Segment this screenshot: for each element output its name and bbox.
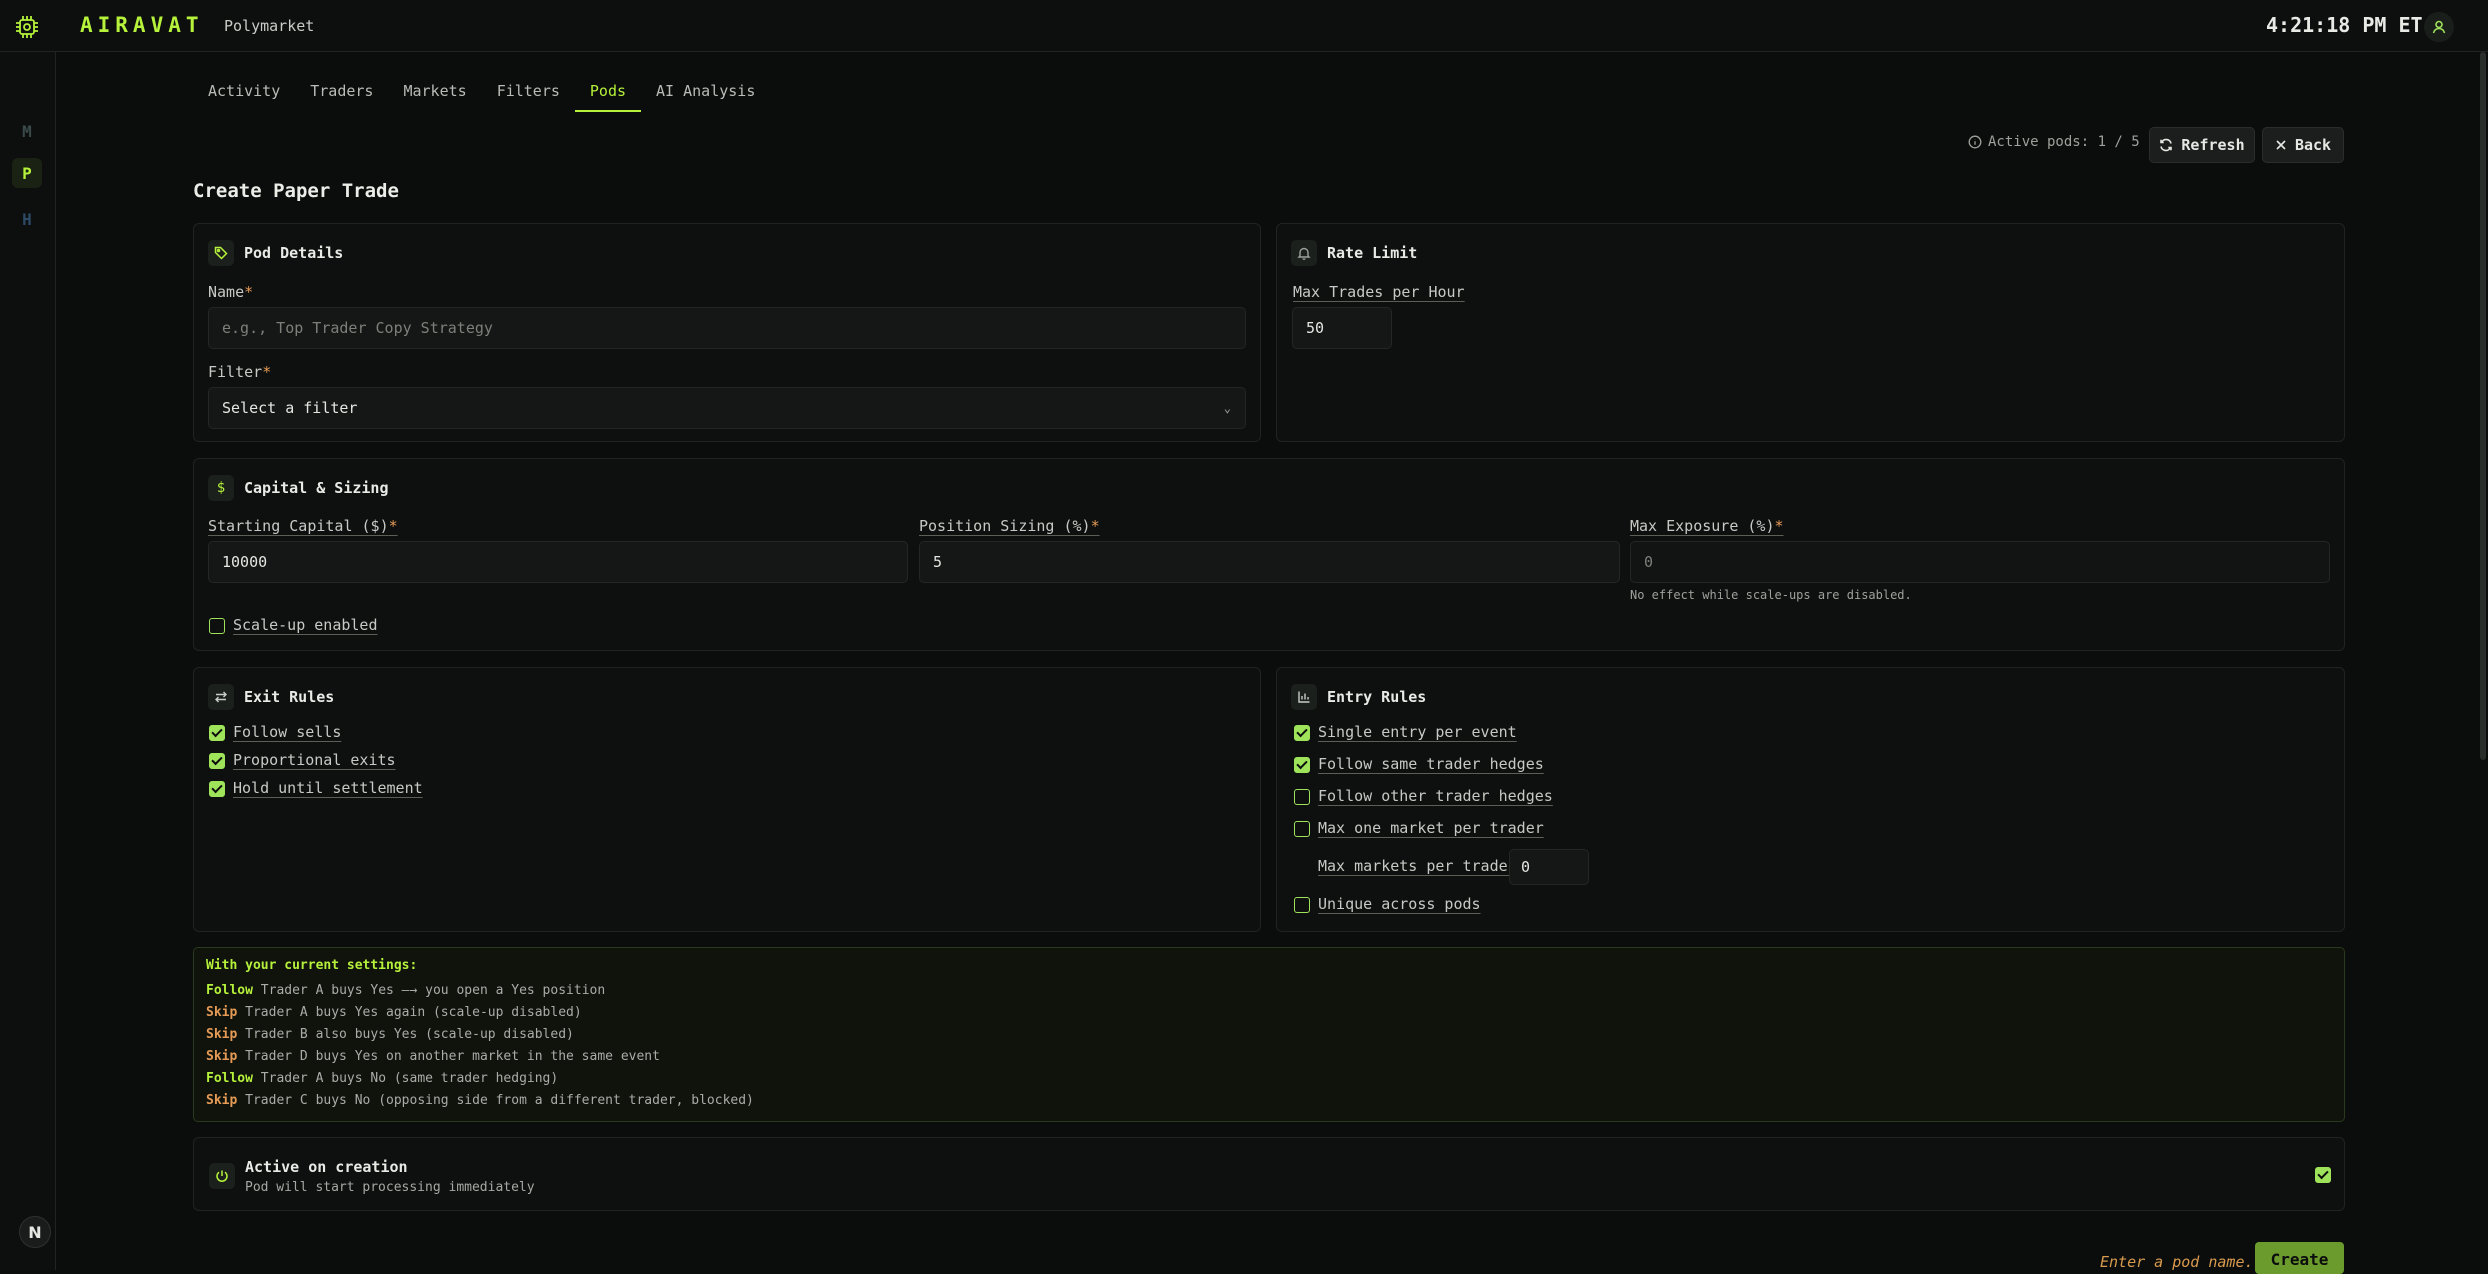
max-markets-input[interactable]: 0 <box>1509 849 1589 885</box>
single-entry-label[interactable]: Single entry per event <box>1318 723 1517 741</box>
scale-up-checkbox[interactable] <box>209 618 225 634</box>
single-entry-checkbox[interactable] <box>1294 725 1310 741</box>
proportional-exits-checkbox[interactable] <box>209 753 225 769</box>
scrollbar-thumb[interactable] <box>2480 52 2486 760</box>
follow-same-trader-hedges-checkbox[interactable] <box>1294 757 1310 773</box>
tab-ai-analysis[interactable]: AI Analysis <box>641 70 770 112</box>
refresh-button[interactable]: Refresh <box>2149 127 2255 163</box>
dollar-icon: $ <box>208 475 234 501</box>
exit-rules-card: Exit Rules Follow sells Proportional exi… <box>193 667 1261 932</box>
page-title: Create Paper Trade <box>193 180 399 202</box>
active-on-creation-card: Active on creation Pod will start proces… <box>193 1137 2345 1211</box>
summary-line: Skip Trader A buys Yes again (scale-up d… <box>206 1005 582 1020</box>
entry-rules-card: Entry Rules Single entry per event Follo… <box>1276 667 2345 932</box>
max-markets-label: Max markets per trader <box>1318 857 1517 875</box>
brand-name: AIRAVAT <box>80 13 204 37</box>
pod-details-title: Pod Details <box>244 244 344 262</box>
exit-rules-title: Exit Rules <box>244 688 335 706</box>
name-label: Name* <box>208 283 254 301</box>
position-sizing-label: Position Sizing (%)* <box>919 517 1100 535</box>
unique-across-pods-label[interactable]: Unique across pods <box>1318 895 1481 913</box>
filter-select-value: Select a filter <box>222 399 358 417</box>
hold-until-settlement-label[interactable]: Hold until settlement <box>233 779 423 797</box>
power-icon <box>209 1163 235 1189</box>
scale-up-label[interactable]: Scale-up enabled <box>233 616 378 634</box>
clock: 4:21:18 PM ET <box>2266 13 2423 37</box>
swap-arrows-icon <box>208 684 234 710</box>
position-sizing-input[interactable]: 5 <box>919 541 1620 583</box>
summary-line: Skip Trader B also buys Yes (scale-up di… <box>206 1027 574 1042</box>
pod-details-card: Pod Details Name* e.g., Top Trader Copy … <box>193 223 1261 442</box>
proportional-exits-label[interactable]: Proportional exits <box>233 751 396 769</box>
create-button[interactable]: Create <box>2255 1242 2344 1274</box>
info-icon <box>1968 135 1982 149</box>
max-exposure-input[interactable]: 0 <box>1630 541 2330 583</box>
sidebar-item-h[interactable]: H <box>12 204 42 234</box>
bell-icon <box>1291 240 1317 266</box>
follow-other-trader-hedges-checkbox[interactable] <box>1294 789 1310 805</box>
summary-line: Skip Trader D buys Yes on another market… <box>206 1049 660 1064</box>
user-menu-button[interactable] <box>2424 12 2454 42</box>
back-button[interactable]: Back <box>2262 127 2344 163</box>
tab-filters[interactable]: Filters <box>482 70 575 112</box>
tab-pods[interactable]: Pods <box>574 70 642 112</box>
summary-line: Follow Trader A buys Yes —→ you open a Y… <box>206 983 606 998</box>
tab-traders[interactable]: Traders <box>295 70 388 112</box>
active-pods-text: Active pods: 1 / 5 <box>1988 134 2140 150</box>
summary-line: Follow Trader A buys No (same trader hed… <box>206 1071 559 1086</box>
settings-summary: With your current settings: Follow Trade… <box>193 947 2345 1122</box>
follow-sells-checkbox[interactable] <box>209 725 225 741</box>
unique-across-pods-checkbox[interactable] <box>1294 897 1310 913</box>
follow-other-trader-hedges-label[interactable]: Follow other trader hedges <box>1318 787 1553 805</box>
sidebar-bottom-avatar[interactable]: N <box>19 1216 51 1248</box>
platform-label: Polymarket <box>224 17 315 35</box>
refresh-icon <box>2160 138 2173 152</box>
max-one-market-label[interactable]: Max one market per trader <box>1318 819 1544 837</box>
rate-limit-card: Rate Limit Max Trades per Hour 50 <box>1276 223 2345 442</box>
refresh-label: Refresh <box>2181 136 2245 154</box>
sidebar-item-p[interactable]: P <box>12 158 42 188</box>
bar-chart-icon <box>1291 684 1317 710</box>
hold-until-settlement-checkbox[interactable] <box>209 781 225 797</box>
top-bar: AIRAVAT Polymarket 4:21:18 PM ET <box>0 0 2488 52</box>
sidebar-item-m[interactable]: M <box>12 116 42 146</box>
active-on-creation-subtitle: Pod will start processing immediately <box>245 1180 535 1195</box>
filter-label: Filter* <box>208 363 272 381</box>
active-on-creation-checkbox[interactable] <box>2315 1167 2331 1183</box>
active-pods-indicator: Active pods: 1 / 5 <box>1968 134 2140 150</box>
summary-line: Skip Trader C buys No (opposing side fro… <box>206 1093 754 1108</box>
active-on-creation-title: Active on creation <box>245 1158 408 1176</box>
follow-sells-label[interactable]: Follow sells <box>233 723 341 741</box>
follow-same-trader-hedges-label[interactable]: Follow same trader hedges <box>1318 755 1544 773</box>
name-input[interactable]: e.g., Top Trader Copy Strategy <box>208 307 1246 349</box>
rate-limit-title: Rate Limit <box>1327 244 1418 262</box>
summary-title: With your current settings: <box>206 958 418 973</box>
max-trades-label: Max Trades per Hour <box>1293 283 1465 301</box>
user-icon <box>2432 20 2446 34</box>
tab-activity[interactable]: Activity <box>193 70 295 112</box>
max-exposure-label: Max Exposure (%)* <box>1630 517 1784 535</box>
starting-capital-input[interactable]: 10000 <box>208 541 908 583</box>
tag-icon <box>208 240 234 266</box>
validation-hint: Enter a pod name. <box>2100 1253 2254 1271</box>
max-exposure-hint: No effect while scale-ups are disabled. <box>1630 588 1912 602</box>
starting-capital-label: Starting Capital ($)* <box>208 517 398 535</box>
capital-sizing-title: Capital & Sizing <box>244 479 389 497</box>
max-one-market-checkbox[interactable] <box>1294 821 1310 837</box>
back-label: Back <box>2294 136 2332 154</box>
tab-markets[interactable]: Markets <box>388 70 481 112</box>
max-trades-input[interactable]: 50 <box>1292 307 1392 349</box>
entry-rules-title: Entry Rules <box>1327 688 1427 706</box>
close-icon <box>2276 140 2286 150</box>
chevron-down-icon: ⌄ <box>1223 401 1231 415</box>
filter-select[interactable]: Select a filter ⌄ <box>208 387 1246 429</box>
chip-logo-icon <box>14 14 40 40</box>
tab-bar: Activity Traders Markets Filters Pods AI… <box>193 70 770 112</box>
capital-sizing-card: $ Capital & Sizing Starting Capital ($)*… <box>193 458 2345 651</box>
sidebar: M P H <box>0 52 56 1270</box>
